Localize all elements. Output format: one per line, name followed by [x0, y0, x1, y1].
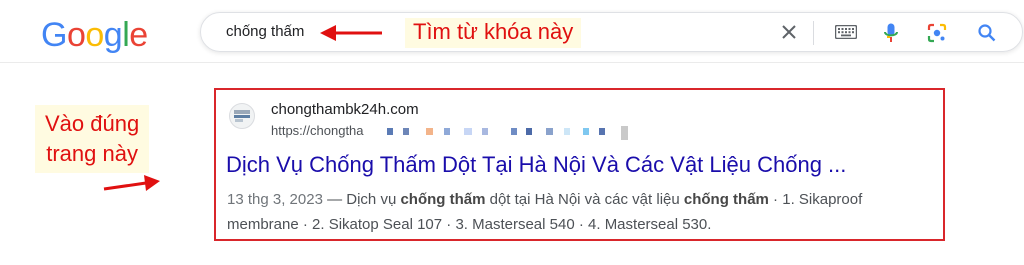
- result-hint-line1: Vào đúng: [45, 111, 140, 136]
- result-snippet: 13 thg 3, 2023 — Dịch vụ chống thấm dột …: [227, 191, 863, 233]
- result-hint-line2: trang này: [46, 141, 138, 166]
- logo-letter: e: [129, 16, 148, 54]
- result-hint-annotation: Vào đúng trang này: [35, 105, 150, 173]
- search-icon[interactable]: [975, 21, 999, 45]
- keyboard-icon[interactable]: [833, 22, 859, 42]
- search-result[interactable]: chongthambk24h.com https://chongtha Dịch…: [214, 88, 945, 241]
- result-title-link[interactable]: Dịch Vụ Chống Thấm Dột Tại Hà Nội Và Các…: [226, 152, 846, 178]
- logo-letter: G: [41, 16, 67, 54]
- logo-letter: l: [122, 16, 130, 54]
- result-date: 13 thg 3, 2023: [227, 191, 323, 208]
- snippet-part: dột tại Hà Nội và các vật liệu: [485, 191, 684, 208]
- header-divider: [0, 62, 1024, 63]
- site-favicon-icon: [229, 103, 255, 129]
- logo-letter: o: [85, 16, 104, 54]
- site-name[interactable]: chongthambk24h.com: [271, 101, 419, 118]
- snippet-part: Dịch vụ: [346, 191, 401, 208]
- logo-letter: o: [66, 16, 86, 54]
- search-input[interactable]: chống thấm: [226, 23, 304, 40]
- lens-icon[interactable]: [925, 21, 949, 45]
- logo-letter: g: [103, 16, 123, 54]
- search-hint-annotation: Tìm từ khóa này: [405, 18, 582, 48]
- microphone-icon[interactable]: [881, 21, 901, 45]
- site-url[interactable]: https://chongtha: [271, 123, 364, 138]
- annotation-arrow-left: [103, 175, 160, 191]
- search-divider: [813, 21, 814, 45]
- google-logo[interactable]: Google: [41, 13, 148, 57]
- annotation-arrow-top: [320, 25, 382, 41]
- clear-icon[interactable]: [779, 22, 799, 42]
- snippet-keyword: chống thấm: [400, 191, 486, 208]
- snippet-keyword: chống thấm: [683, 191, 769, 208]
